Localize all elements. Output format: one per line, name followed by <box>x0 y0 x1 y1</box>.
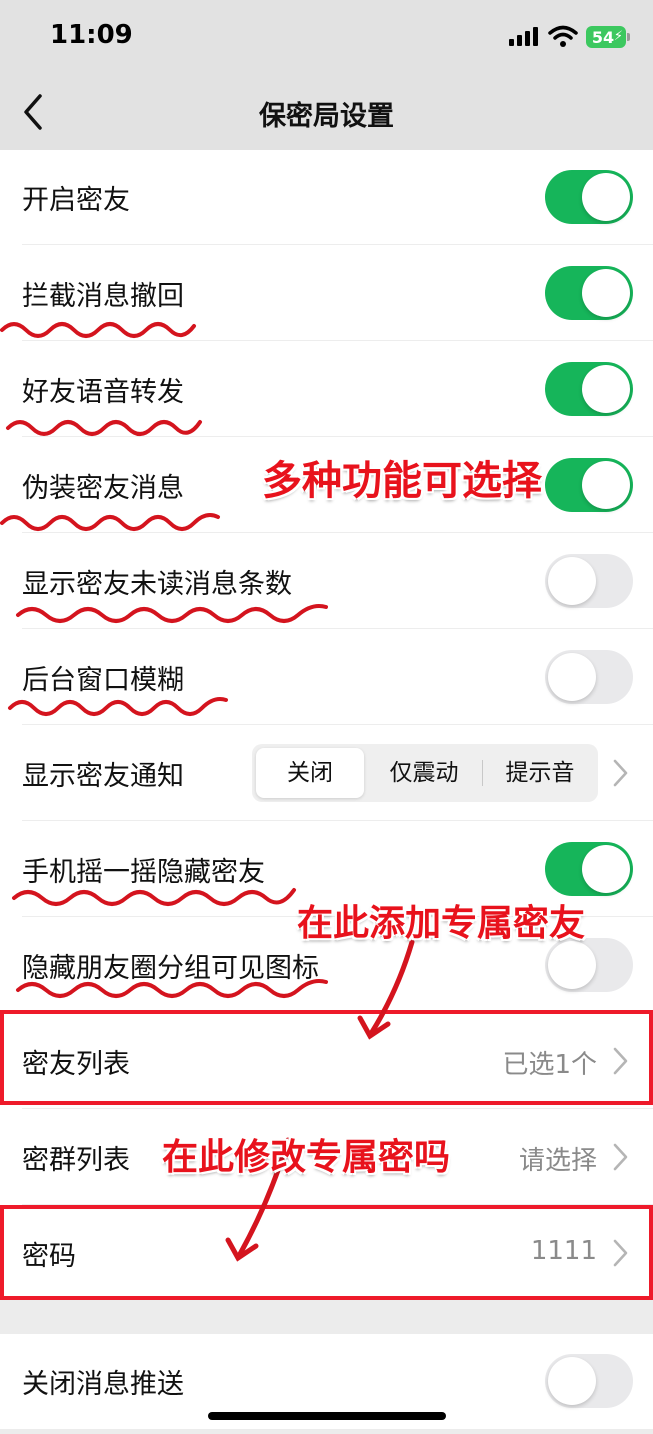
settings-list: 开启密友 拦截消息撤回 好友语音转发 伪装密友消息 显示密友未读消息条数 后台窗… <box>0 150 653 1298</box>
block-recall-toggle[interactable] <box>545 266 633 320</box>
voice-forward-toggle[interactable] <box>545 362 633 416</box>
status-time: 11:09 <box>50 20 133 50</box>
setting-row-enable-secret-friend: 开启密友 <box>0 150 653 245</box>
notification-segmented-control: 关闭 仅震动 提示音 <box>252 744 598 802</box>
toggle-knob <box>548 1357 596 1405</box>
setting-row-voice-forward: 好友语音转发 <box>0 342 653 437</box>
row-divider <box>22 916 653 917</box>
setting-label: 密码 <box>22 1241 76 1272</box>
friend-list-value: 已选1个 <box>502 1050 597 1080</box>
page-title: 保密局设置 <box>259 101 394 132</box>
row-divider <box>22 1108 653 1109</box>
segment-vibrate[interactable]: 仅震动 <box>370 748 478 798</box>
setting-row-friend-list[interactable]: 密友列表 已选1个 <box>0 1014 653 1109</box>
toggle-knob <box>582 173 630 221</box>
row-divider <box>22 1204 653 1205</box>
charging-bolt-icon: ⚡ <box>613 29 623 44</box>
toggle-knob <box>582 269 630 317</box>
setting-label: 关闭消息推送 <box>22 1369 184 1400</box>
chevron-right-icon[interactable] <box>612 758 630 788</box>
setting-row-block-recall: 拦截消息撤回 <box>0 246 653 341</box>
group-list-value: 请选择 <box>518 1146 597 1176</box>
cellular-signal-icon <box>509 27 538 46</box>
battery-icon: 54 ⚡ <box>586 26 630 48</box>
chevron-right-icon <box>613 1143 628 1171</box>
row-divider <box>22 436 653 437</box>
setting-label: 拦截消息撤回 <box>22 281 184 312</box>
toggle-knob <box>548 941 596 989</box>
setting-label: 隐藏朋友圈分组可见图标 <box>22 953 319 984</box>
section-gap <box>0 1298 653 1334</box>
toggle-knob <box>582 461 630 509</box>
row-divider <box>22 532 653 533</box>
toggle-knob <box>548 557 596 605</box>
setting-row-shake-hide: 手机摇一摇隐藏密友 <box>0 822 653 917</box>
row-divider <box>22 244 653 245</box>
setting-label: 手机摇一摇隐藏密友 <box>22 857 265 888</box>
status-bar: 11:09 54 ⚡ <box>0 0 653 72</box>
setting-label: 密友列表 <box>22 1049 130 1080</box>
wifi-icon <box>548 25 578 47</box>
nav-bar: 保密局设置 <box>0 72 653 150</box>
unread-count-toggle[interactable] <box>545 554 633 608</box>
setting-label: 显示密友未读消息条数 <box>22 569 292 600</box>
toggle-knob <box>582 845 630 893</box>
chevron-right-icon <box>613 1239 628 1267</box>
setting-row-disguise-message: 伪装密友消息 <box>0 438 653 533</box>
home-indicator <box>208 1412 446 1420</box>
shake-hide-toggle[interactable] <box>545 842 633 896</box>
setting-row-password[interactable]: 密码 1111 <box>0 1206 653 1301</box>
background-blur-toggle[interactable] <box>545 650 633 704</box>
row-divider <box>22 1012 653 1013</box>
setting-row-background-blur: 后台窗口模糊 <box>0 630 653 725</box>
segment-divider <box>482 760 483 786</box>
toggle-knob <box>582 365 630 413</box>
setting-label: 密群列表 <box>22 1145 130 1176</box>
setting-row-hide-moments-icon: 隐藏朋友圈分组可见图标 <box>0 918 653 1013</box>
disguise-message-toggle[interactable] <box>545 458 633 512</box>
row-divider <box>22 628 653 629</box>
setting-row-group-list[interactable]: 密群列表 请选择 <box>0 1110 653 1205</box>
hide-moments-icon-toggle[interactable] <box>545 938 633 992</box>
setting-row-notification: 显示密友通知 关闭 仅震动 提示音 <box>0 726 653 821</box>
segment-off[interactable]: 关闭 <box>256 748 364 798</box>
row-divider <box>22 724 653 725</box>
row-divider <box>22 820 653 821</box>
close-push-toggle[interactable] <box>545 1354 633 1408</box>
row-divider <box>22 340 653 341</box>
chevron-right-icon <box>613 1047 628 1075</box>
password-value: 1111 <box>530 1236 597 1266</box>
setting-label: 后台窗口模糊 <box>22 665 184 696</box>
enable-secret-friend-toggle[interactable] <box>545 170 633 224</box>
setting-label: 好友语音转发 <box>22 377 184 408</box>
setting-row-unread-count: 显示密友未读消息条数 <box>0 534 653 629</box>
battery-level: 54 <box>591 27 615 47</box>
setting-label: 伪装密友消息 <box>22 473 184 504</box>
setting-label: 显示密友通知 <box>22 761 184 792</box>
toggle-knob <box>548 653 596 701</box>
segment-sound[interactable]: 提示音 <box>486 748 594 798</box>
setting-label: 开启密友 <box>22 185 130 216</box>
